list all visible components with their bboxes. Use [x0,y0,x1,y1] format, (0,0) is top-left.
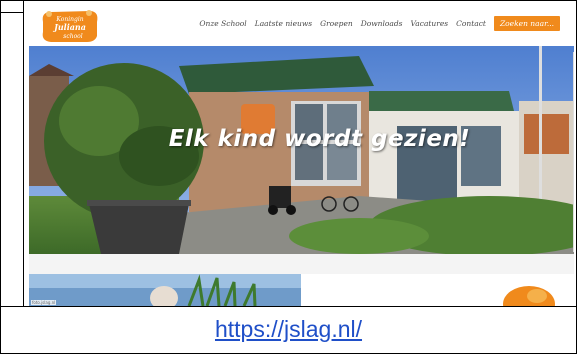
frame-corner-tick [0,12,23,13]
nav-item-contact[interactable]: Contact [456,19,486,28]
school-logo[interactable]: Koningin Juliana school [37,8,101,44]
news-photo [29,274,301,306]
content-gap [29,254,574,274]
nav-item-vacatures[interactable]: Vacatures [411,19,449,28]
main-nav: Onze School Laatste nieuws Groepen Downl… [199,16,574,31]
logo-text-line2: Juliana [52,22,86,32]
hero-banner: Elk kind wordt gezien! [29,46,574,254]
news-side-panel [301,274,574,306]
site-navbar: Koningin Juliana school Onze School Laat… [29,4,574,46]
hero-title: Elk kind wordt gezien! [168,126,471,152]
news-thumbnail[interactable]: foto.jslag.nl [29,274,301,306]
nav-item-groepen[interactable]: Groepen [320,19,353,28]
nav-item-laatste-nieuws[interactable]: Laatste nieuws [255,19,312,28]
nav-item-downloads[interactable]: Downloads [361,19,403,28]
search-button[interactable]: Zoeken naar... [493,16,560,31]
nav-item-onze-school[interactable]: Onze School [199,19,246,28]
frame-left-divider [23,0,24,307]
logo-text-line3: school [63,33,83,40]
photo-caption: foto.jslag.nl [31,300,57,305]
website-preview: Koningin Juliana school Onze School Laat… [29,4,574,306]
mascot-icon [503,286,555,306]
site-url-link[interactable]: https://jslag.nl/ [215,316,362,343]
url-caption-bar: https://jslag.nl/ [1,307,576,352]
page-scrollbar[interactable] [573,52,574,252]
